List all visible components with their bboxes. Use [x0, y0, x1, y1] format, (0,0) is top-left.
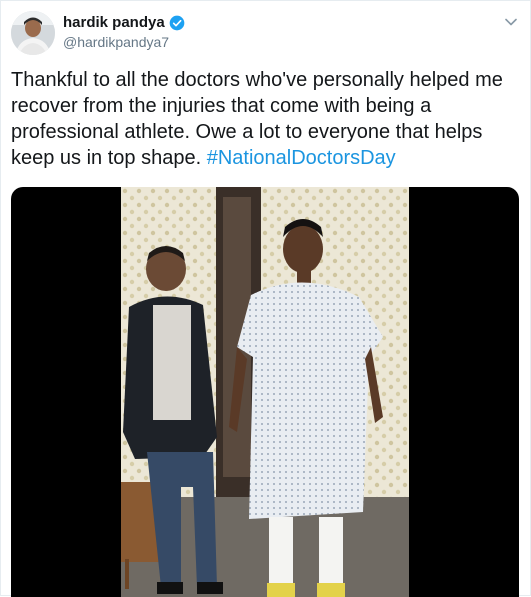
tweet-card: hardik pandya @hardikpandya7 Thankful to… [0, 0, 531, 597]
verified-badge-icon [169, 15, 185, 30]
display-name[interactable]: hardik pandya [63, 14, 165, 31]
avatar[interactable] [11, 11, 55, 55]
video-frame [121, 187, 409, 597]
tweet-text: Thankful to all the doctors who've perso… [11, 67, 523, 171]
hashtag-link[interactable]: #NationalDoctorsDay [207, 147, 396, 169]
chevron-down-icon[interactable] [504, 15, 518, 29]
video-player[interactable] [11, 187, 519, 597]
user-handle[interactable]: @hardikpandya7 [63, 34, 169, 50]
name-row: hardik pandya [63, 14, 185, 31]
